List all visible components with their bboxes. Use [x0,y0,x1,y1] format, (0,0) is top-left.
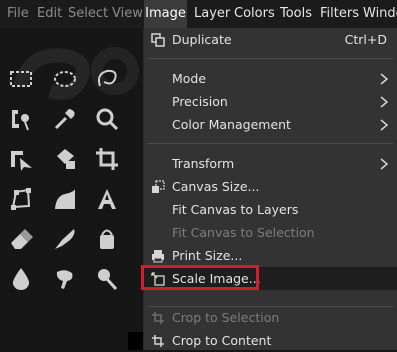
submenu-arrow-icon [380,158,389,170]
menu-view[interactable]: View [112,0,143,28]
crop-selection-label: Crop to Selection [172,310,280,325]
paths-tool-icon[interactable] [6,184,36,214]
menu-file[interactable]: File [7,0,29,28]
menu-edit[interactable]: Edit [37,0,62,28]
color-picker-tool-icon[interactable] [50,104,80,134]
submenu-arrow-icon [380,96,389,108]
toolbox [0,28,144,350]
transform-tool-icon[interactable] [50,144,80,174]
menu-item-mode[interactable]: Mode [144,67,397,90]
menu-item-color-management[interactable]: Color Management [144,113,397,136]
crop-content-label: Crop to Content [172,333,272,348]
submenu-arrow-icon [380,73,389,85]
menu-filters[interactable]: Filters [320,0,359,28]
foreground-color-swatch[interactable] [128,332,144,350]
menu-item-fit-canvas-to-layers[interactable]: Fit Canvas to Layers [144,198,397,221]
eraser-tool-icon[interactable] [6,224,36,254]
smudge-tool-icon[interactable] [50,264,80,294]
menu-colors[interactable]: Colors [234,0,275,28]
crop-icon [152,335,164,347]
mode-label: Mode [172,71,207,86]
menu-select[interactable]: Select [68,0,108,28]
menu-image[interactable]: Image [144,0,187,28]
ink-tool-icon[interactable] [50,224,80,254]
menu-item-fit-canvas-to-selection: Fit Canvas to Selection [144,221,397,244]
menu-item-canvas-size[interactable]: Canvas Size... [144,175,397,198]
menu-item-print-size[interactable]: Print Size... [144,244,397,267]
warp-transform-tool-icon[interactable] [50,184,80,214]
text-tool-icon[interactable] [92,184,122,214]
menubar: File Edit Select View Image Layer Colors… [0,0,397,28]
fit-canvas-layers-label: Fit Canvas to Layers [172,202,299,217]
menu-item-crop-to-content[interactable]: Crop to Content [144,329,397,352]
canvas-size-label: Canvas Size... [172,179,260,194]
menu-windows[interactable]: Windo [363,0,397,28]
print-size-label: Print Size... [172,248,243,263]
dodge-burn-tool-icon[interactable] [92,264,122,294]
duplicate-shortcut: Ctrl+D [344,32,387,47]
crop-tool-icon[interactable] [92,144,122,174]
menu-item-crop-to-selection: Crop to Selection [144,306,397,329]
fit-canvas-selection-label: Fit Canvas to Selection [172,225,315,240]
move-tool-icon[interactable] [6,144,36,174]
canvas-size-icon [152,180,165,193]
menu-tools[interactable]: Tools [280,0,312,28]
duplicate-icon [151,33,165,47]
zoom-tool-icon[interactable] [92,104,122,134]
menu-layer[interactable]: Layer [194,0,230,28]
menu-item-precision[interactable]: Precision [144,90,397,113]
blur-tool-icon[interactable] [6,264,36,294]
crop-icon [152,312,164,324]
ellipse-select-tool-icon[interactable] [50,64,80,94]
free-select-tool-icon[interactable] [92,64,122,94]
menu-item-duplicate[interactable]: Duplicate Ctrl+D [144,28,397,51]
transform-label: Transform [172,156,235,171]
image-menu: Duplicate Ctrl+D Mode Precision Color Ma… [144,28,397,350]
menu-separator [148,58,393,59]
rect-select-tool-icon[interactable] [6,64,36,94]
duplicate-label: Duplicate [172,32,232,47]
scale-image-highlight-box [141,265,259,290]
bucket-fill-tool-icon[interactable] [92,224,122,254]
color-management-label: Color Management [172,117,291,132]
menu-item-transform[interactable]: Transform [144,152,397,175]
printer-icon [152,250,164,263]
fuzzy-select-tool-icon[interactable] [6,104,36,134]
submenu-arrow-icon [380,119,389,131]
menu-separator [148,143,393,144]
precision-label: Precision [172,94,228,109]
